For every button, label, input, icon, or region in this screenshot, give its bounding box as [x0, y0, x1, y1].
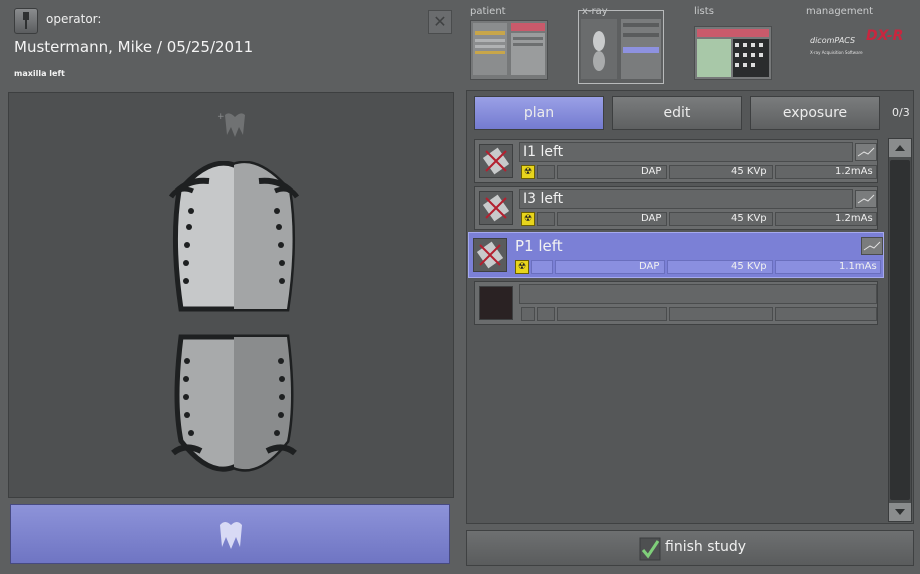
- tooth-diagram: [169, 161, 299, 472]
- brand-mark: DX-R: [866, 28, 904, 44]
- tooth-icon: [220, 522, 242, 549]
- curve-icon[interactable]: [855, 143, 877, 161]
- nav-xray-thumbnail[interactable]: [578, 10, 664, 84]
- nav-patient-thumbnail[interactable]: [470, 20, 548, 80]
- exposure-name: I1 left: [523, 144, 564, 160]
- finish-study-label: finish study: [665, 539, 747, 555]
- nav-lists-label: lists: [694, 6, 714, 17]
- svg-text:+: +: [217, 112, 225, 122]
- exposure-kvp: 45 KVp: [731, 166, 767, 177]
- brand-tagline: X-ray Acquisition Software: [810, 50, 863, 55]
- exposure-mas: 1.2mAs: [835, 166, 873, 177]
- close-icon[interactable]: ✕: [428, 10, 452, 34]
- radiation-icon: ☢: [521, 212, 535, 226]
- tooth-preview-panel: +: [8, 92, 454, 498]
- tab-plan[interactable]: plan: [474, 96, 604, 130]
- exposure-kvp: 45 KVp: [731, 213, 767, 224]
- exposure-row-i1[interactable]: I1 left ☢ DAP 45 KVp 1.2mAs: [474, 139, 878, 183]
- exposure-dap: DAP: [641, 166, 662, 177]
- exposure-mas: 1.1mAs: [839, 261, 877, 272]
- exposure-row-p1-selected[interactable]: P1 left ☢ DAP 45 KVp 1.1mAs: [468, 232, 884, 278]
- curve-icon[interactable]: [855, 190, 877, 208]
- nav-management-logo[interactable]: dicomPACS DX-R X-ray Acquisition Softwar…: [808, 26, 908, 62]
- operator-icon[interactable]: [14, 8, 38, 34]
- curve-icon[interactable]: [861, 237, 883, 255]
- nav-lists-thumbnail[interactable]: [694, 26, 772, 80]
- nav-management-label: management: [806, 6, 873, 17]
- finish-study-button[interactable]: finish study: [466, 530, 914, 566]
- radiation-icon: ☢: [515, 260, 529, 274]
- xray-crossed-icon: [479, 144, 513, 178]
- exposure-name: P1 left: [515, 237, 563, 255]
- scroll-down-icon[interactable]: [889, 503, 911, 521]
- exposure-name: I3 left: [523, 191, 564, 207]
- nav-patient-label: patient: [470, 6, 506, 17]
- exposure-counter: 0/3: [892, 106, 910, 119]
- tab-exposure[interactable]: exposure: [750, 96, 880, 130]
- empty-thumbnail: [479, 286, 513, 320]
- checkmark-icon: [639, 537, 661, 561]
- region-label: maxilla left: [14, 69, 65, 78]
- scroll-up-icon[interactable]: [889, 139, 911, 157]
- tab-edit[interactable]: edit: [612, 96, 742, 130]
- exposure-row-i3[interactable]: I3 left ☢ DAP 45 KVp 1.2mAs: [474, 186, 878, 230]
- exposure-dap: DAP: [639, 261, 660, 272]
- exposure-row-empty[interactable]: [474, 281, 878, 325]
- scroll-thumb[interactable]: [890, 160, 910, 500]
- exposure-dap: DAP: [641, 213, 662, 224]
- exposure-kvp: 45 KVp: [731, 261, 767, 272]
- xray-crossed-icon: [479, 191, 513, 225]
- patient-name-date: Mustermann, Mike / 05/25/2011: [14, 38, 254, 56]
- brand-prefix: dicomPACS: [810, 36, 856, 45]
- tooth-select-button[interactable]: [10, 504, 450, 564]
- radiation-icon: ☢: [521, 165, 535, 179]
- exposure-mas: 1.2mAs: [835, 213, 873, 224]
- tooth-toggle-icon[interactable]: +: [215, 109, 255, 141]
- xray-crossed-icon: [473, 238, 507, 272]
- operator-label: operator:: [46, 12, 102, 26]
